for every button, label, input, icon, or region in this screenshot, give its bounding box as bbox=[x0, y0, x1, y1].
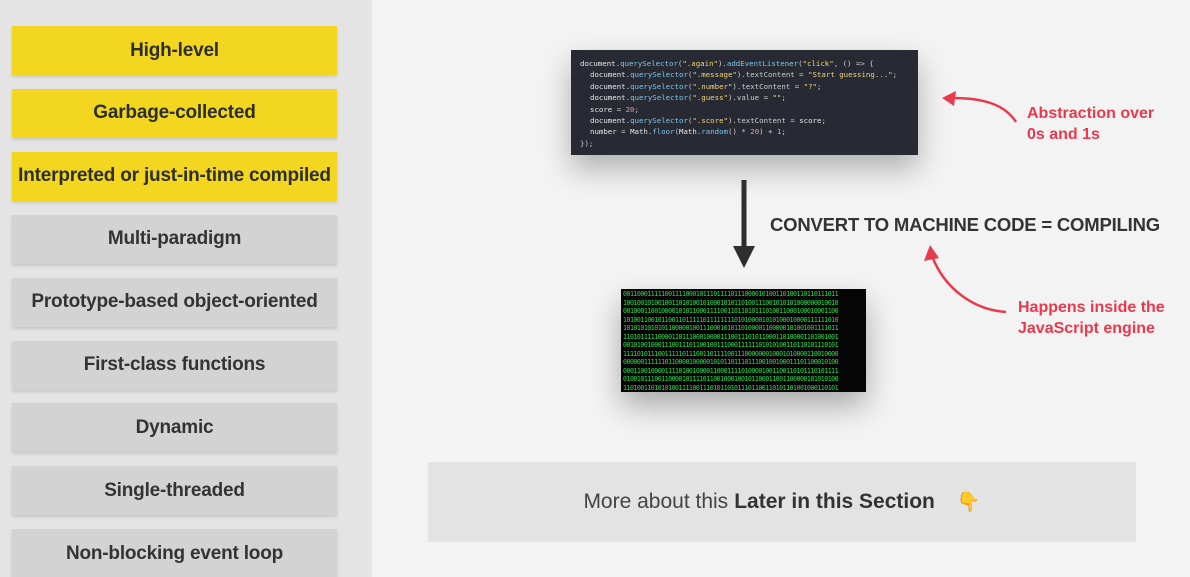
curved-arrow-icon bbox=[942, 91, 1018, 123]
note-highlight: Later in this Section bbox=[734, 490, 935, 513]
pointing-down-emoji-icon: 👇 bbox=[956, 492, 981, 513]
note-prefix: More about this bbox=[583, 490, 729, 513]
note-banner: More about this Later in this Section 👇 bbox=[428, 462, 1136, 542]
curved-arrow-icon bbox=[924, 245, 1007, 314]
